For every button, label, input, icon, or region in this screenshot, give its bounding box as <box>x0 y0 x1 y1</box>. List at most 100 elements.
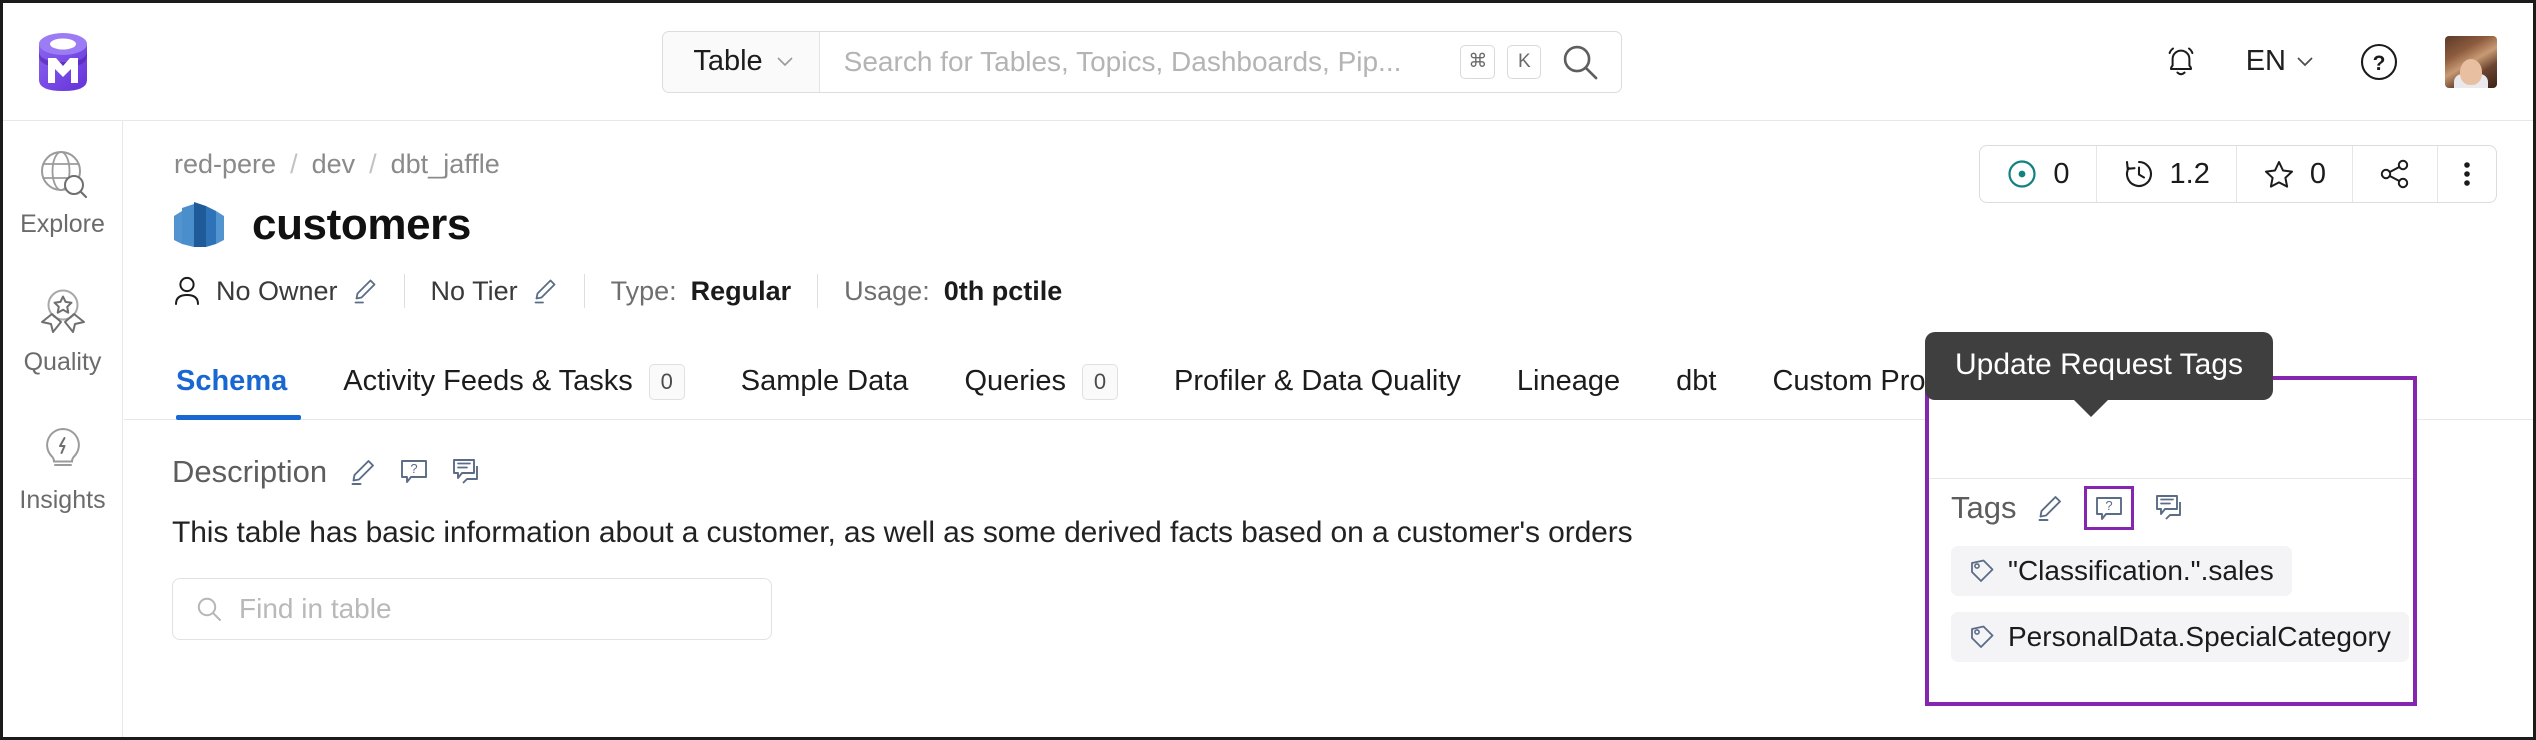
pencil-icon <box>2039 496 2062 521</box>
history-clock-icon <box>2125 160 2152 188</box>
openmetadata-cylinder-logo <box>39 32 87 91</box>
shortcut-key-cmd: ⌘ <box>1460 44 1496 79</box>
comment-icon <box>453 459 479 484</box>
star-icon <box>2264 161 2293 188</box>
chevron-down-icon <box>777 56 793 66</box>
usage-field: Usage: 0th pctile <box>844 276 1062 307</box>
owner-edit-button[interactable] <box>352 277 378 305</box>
tag-chip[interactable]: "Classification.".sales <box>1951 546 2292 596</box>
application-window: Table ⌘ K <box>0 0 2536 740</box>
sidebar-item-label: Insights <box>19 486 106 514</box>
pencil-icon <box>354 279 375 304</box>
tags-title: Tags <box>1951 490 2017 525</box>
usage-value: 0th pctile <box>943 275 1063 306</box>
announcement-button[interactable]: 0 <box>1980 146 2097 202</box>
shortcut-key-k: K <box>1507 44 1542 79</box>
breadcrumb-item-service[interactable]: red-pere <box>174 149 276 180</box>
tag-label: "Classification.".sales <box>2008 555 2274 586</box>
search-input[interactable] <box>843 45 1449 78</box>
tags-request-button[interactable]: ? <box>2084 486 2135 530</box>
tab-label: Queries <box>964 365 1066 397</box>
lightbulb-icon <box>45 427 80 466</box>
search-entity-type-dropdown[interactable]: Table <box>663 31 820 92</box>
owner-field[interactable]: No Owner <box>172 275 378 307</box>
bell-icon <box>2168 47 2194 75</box>
meta-divider <box>817 274 819 308</box>
share-nodes-icon <box>2380 159 2409 189</box>
tab-schema[interactable]: Schema <box>172 344 315 420</box>
language-label: EN <box>2245 45 2286 77</box>
question-circle-icon: ? <box>2360 43 2398 80</box>
description-comment-button[interactable] <box>451 457 483 487</box>
type-key: Type: <box>610 275 677 306</box>
meta-divider <box>403 274 405 308</box>
search-entity-type-label: Table <box>693 45 763 77</box>
pencil-icon <box>534 279 555 304</box>
panel-divider <box>1929 478 2413 479</box>
more-options-button[interactable] <box>2438 146 2496 202</box>
usage-key: Usage: <box>844 275 930 306</box>
sidebar-item-label: Quality <box>23 348 102 376</box>
description-edit-button[interactable] <box>349 457 377 487</box>
user-icon <box>175 276 199 305</box>
tag-label: PersonalData.SpecialCategory <box>2008 621 2391 652</box>
entity-actions-group: 0 1.2 0 <box>1979 145 2497 203</box>
find-in-table-field[interactable] <box>172 578 772 640</box>
sidebar-item-explore[interactable]: Explore <box>3 147 122 239</box>
tab-label: Sample Data <box>740 365 909 397</box>
tab-lineage[interactable]: Lineage <box>1489 344 1648 419</box>
tier-field[interactable]: No Tier <box>431 276 558 307</box>
follow-button[interactable]: 0 <box>2237 146 2353 202</box>
tags-panel: Update Request Tags Tags ? "Classificati… <box>1925 332 2417 706</box>
search-icon[interactable] <box>1561 43 1599 81</box>
language-selector[interactable]: EN <box>2246 45 2313 78</box>
description-title: Description <box>172 454 328 489</box>
header-right-actions: EN ? <box>2162 35 2533 88</box>
tag-icon <box>1971 625 1994 648</box>
globe-search-icon <box>40 151 87 199</box>
tags-comment-button[interactable] <box>2154 493 2186 523</box>
tab-count: 0 <box>1082 363 1118 400</box>
description-request-button[interactable]: ? <box>399 457 429 487</box>
sidebar-item-insights[interactable]: Insights <box>3 423 122 515</box>
breadcrumb-separator: / <box>290 149 298 179</box>
tier-edit-button[interactable] <box>532 277 558 305</box>
tags-edit-button[interactable] <box>2036 493 2064 523</box>
meta-divider <box>583 274 585 308</box>
update-request-tags-tooltip: Update Request Tags <box>1925 332 2273 417</box>
left-sidebar: Explore Quality Insights <box>3 121 123 737</box>
help-button[interactable]: ? <box>2359 42 2399 82</box>
tab-queries[interactable]: Queries 0 <box>936 344 1146 419</box>
sidebar-item-quality[interactable]: Quality <box>3 285 122 377</box>
avatar[interactable] <box>2445 35 2497 88</box>
comment-icon <box>2156 495 2182 520</box>
breadcrumb-item-database[interactable]: dev <box>312 149 356 180</box>
tier-label: No Tier <box>430 275 518 306</box>
tab-label: Profiler & Data Quality <box>1174 365 1461 397</box>
find-in-table-input[interactable] <box>239 593 749 625</box>
app-logo[interactable] <box>3 31 123 93</box>
entity-meta-row: No Owner No Tier Type: Regular Usage: 0t… <box>124 250 2533 308</box>
svg-text:?: ? <box>2373 52 2386 75</box>
svg-text:?: ? <box>2106 498 2113 513</box>
tab-sample-data[interactable]: Sample Data <box>713 344 937 419</box>
notifications-button[interactable] <box>2162 42 2200 82</box>
breadcrumb-item-schema[interactable]: dbt_jaffle <box>391 149 500 180</box>
request-tags-icon: ? <box>2096 497 2123 520</box>
tab-dbt[interactable]: dbt <box>1648 344 1744 419</box>
type-field: Type: Regular <box>611 276 792 307</box>
award-ribbon-icon <box>40 289 85 333</box>
share-button[interactable] <box>2353 146 2438 202</box>
breadcrumb-separator: / <box>369 149 377 179</box>
tab-activity-feeds-tasks[interactable]: Activity Feeds & Tasks 0 <box>315 344 713 419</box>
dot-circle-icon <box>2008 160 2036 188</box>
tab-label: Schema <box>176 365 288 397</box>
page-title: customers <box>252 200 471 249</box>
kebab-menu-icon <box>2464 162 2470 186</box>
tab-profiler-data-quality[interactable]: Profiler & Data Quality <box>1146 344 1489 419</box>
tab-count: 0 <box>648 363 685 400</box>
svg-text:?: ? <box>410 461 417 476</box>
tag-chip[interactable]: PersonalData.SpecialCategory <box>1951 612 2409 662</box>
version-button[interactable]: 1.2 <box>2097 146 2237 202</box>
tab-label: Activity Feeds & Tasks <box>343 365 633 397</box>
